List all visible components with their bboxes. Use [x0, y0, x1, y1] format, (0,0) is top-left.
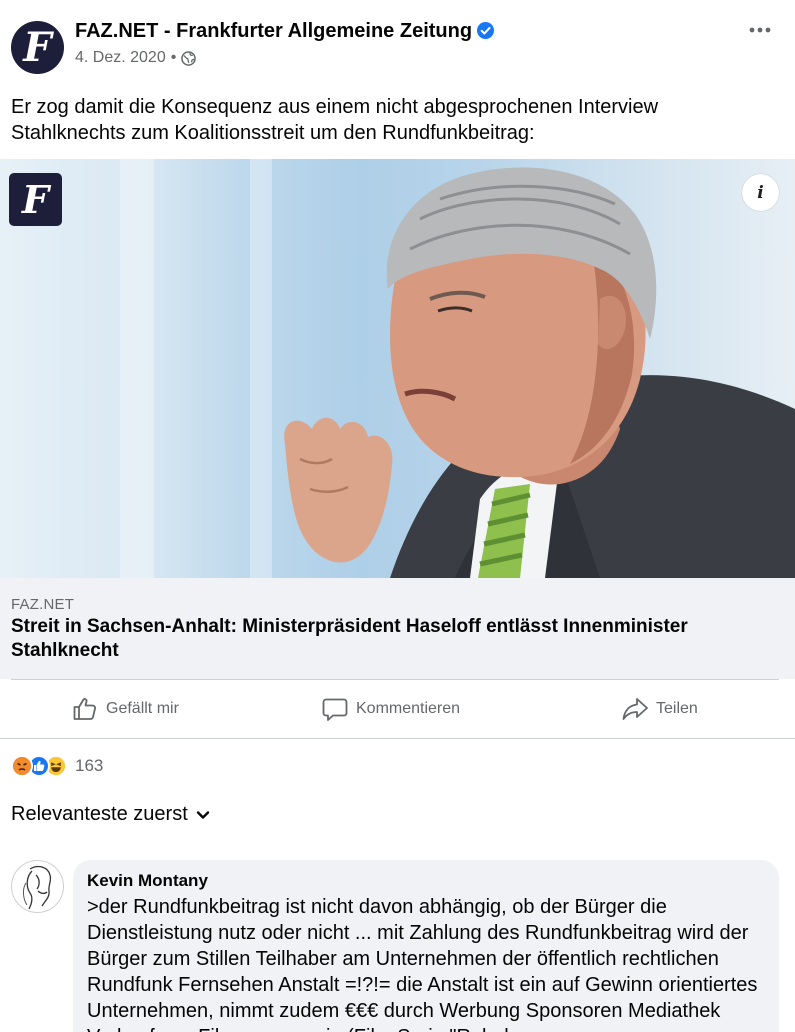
link-preview-image[interactable]: F	[0, 159, 795, 578]
angry-reaction-icon	[11, 755, 33, 777]
article-photo-politician	[284, 167, 795, 578]
share-arrow-icon	[622, 698, 648, 720]
more-options-button[interactable]	[745, 18, 775, 42]
chevron-down-icon	[196, 810, 209, 819]
comment-sort-dropdown[interactable]: Relevanteste zuerst	[11, 803, 211, 826]
meta-separator: •	[170, 49, 177, 66]
thumbs-up-icon	[73, 698, 97, 720]
divider	[0, 738, 795, 739]
comment-label: Kommentieren	[356, 700, 461, 717]
page-name[interactable]: FAZ.NET - Frankfurter Allgemeine Zeitung	[75, 20, 472, 42]
sketch-profile-avatar	[23, 865, 52, 910]
reaction-count[interactable]: 163	[75, 756, 103, 776]
logo-letter: F	[22, 176, 49, 222]
commenter-avatar[interactable]	[11, 860, 64, 913]
share-label: Teilen	[656, 700, 698, 717]
share-button[interactable]: Teilen	[622, 680, 698, 738]
globe-icon	[181, 50, 197, 66]
action-bar: Gefällt mir Kommentieren Teilen	[0, 680, 795, 738]
faz-logo-badge: F	[9, 173, 62, 226]
page-name-link[interactable]: FAZ.NET - Frankfurter Allgemeine Zeitung	[75, 20, 495, 43]
like-label: Gefällt mir	[106, 700, 179, 717]
page-avatar[interactable]: F	[11, 21, 64, 74]
more-horizontal-icon	[749, 27, 771, 33]
post-header: F FAZ.NET - Frankfurter Allgemeine Zeitu…	[0, 0, 795, 84]
avatar-logo-letter: F	[23, 23, 52, 71]
post-text: Er zog damit die Konsequenz aus einem ni…	[11, 96, 659, 144]
like-button[interactable]: Gefällt mir	[72, 680, 179, 738]
comment-text: >der Rundfunkbeitrag ist nicht davon abh…	[87, 896, 758, 1032]
reactions-summary[interactable]: 163	[11, 754, 103, 778]
info-icon: i	[757, 182, 764, 203]
link-domain: FAZ.NET	[11, 596, 75, 613]
comment-bubble-icon	[322, 698, 348, 721]
post-meta: 4. Dez. 2020 •	[75, 49, 197, 67]
sort-label: Relevanteste zuerst	[11, 803, 188, 825]
link-title[interactable]: Streit in Sachsen-Anhalt: Ministerpräsid…	[11, 615, 771, 663]
info-button[interactable]: i	[742, 174, 779, 211]
comment-author[interactable]: Kevin Montany	[87, 871, 208, 891]
verified-badge-icon	[477, 22, 495, 39]
post-date[interactable]: 4. Dez. 2020	[75, 49, 166, 67]
comment-button[interactable]: Kommentieren	[322, 680, 460, 738]
